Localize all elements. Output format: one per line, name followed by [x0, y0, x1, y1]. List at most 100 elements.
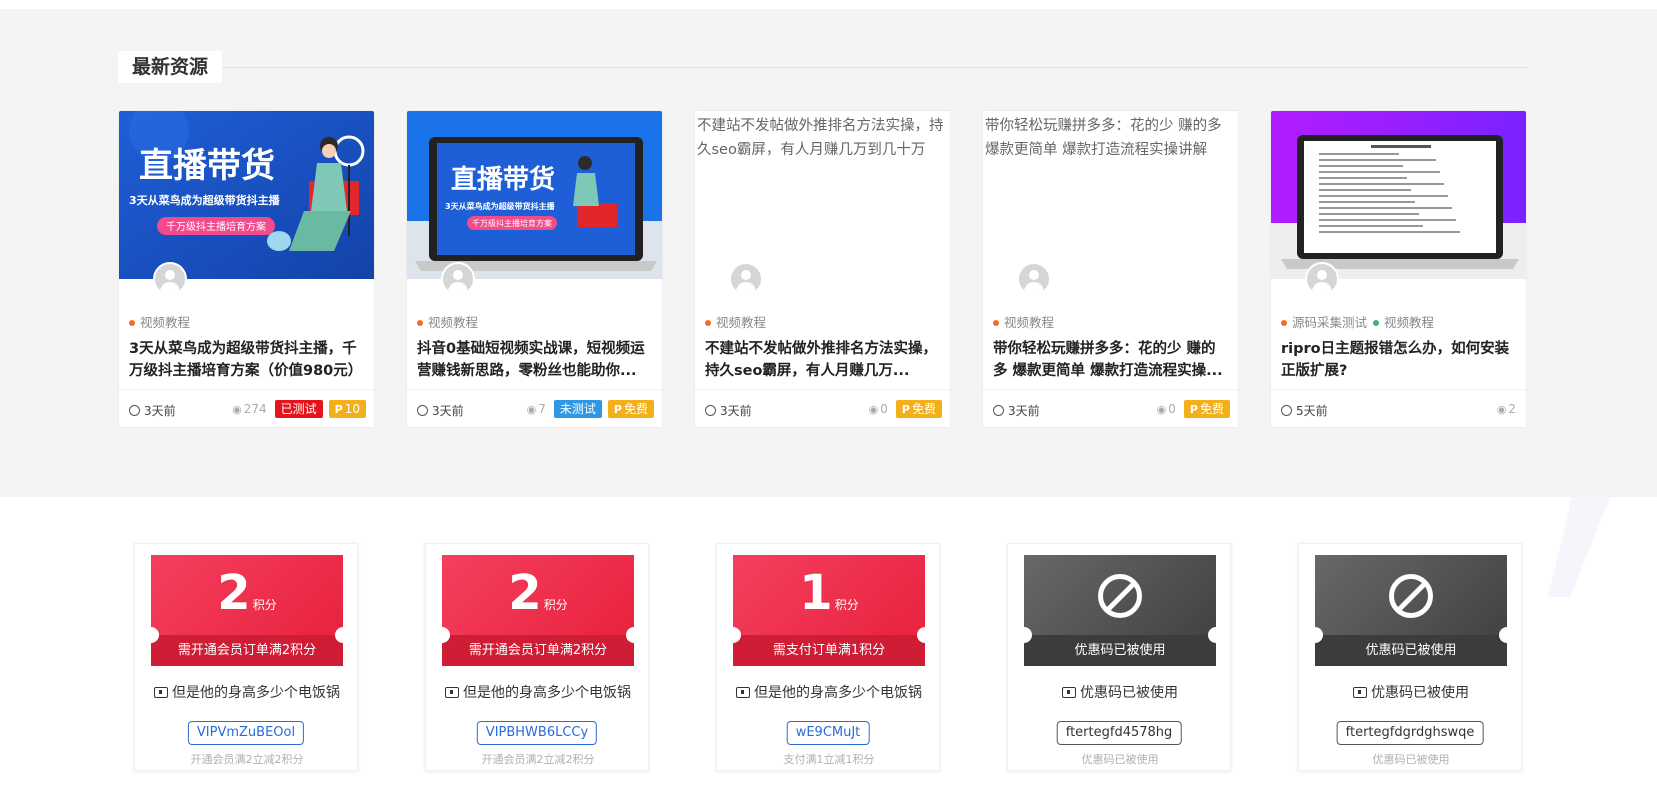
clock-icon	[993, 405, 1004, 416]
category-link[interactable]: 源码采集测试	[1281, 315, 1367, 330]
coupon-amount-unit: 积分	[252, 598, 277, 612]
resource-title-link[interactable]: 不建站不发帖做外推排名方法实操，持久seo霸屏，有人月赚几万...	[705, 338, 942, 382]
resource-card[interactable]: 带你轻松玩赚拼多多：花的少 赚的多 爆款更简单 爆款打造流程实操讲解视频教程带你…	[982, 110, 1239, 428]
resource-card-list: 直播带货 3天从菜鸟成为超级带货抖主播 千万级抖主播培育方案视频教程 3天从菜鸟成为超…	[118, 110, 1528, 428]
post-time: 5天前	[1281, 402, 1328, 419]
author-avatar[interactable]	[441, 262, 475, 296]
resource-card[interactable]: 不建站不发帖做外推排名方法实操，持久seo霸屏，有人月赚几万到几十万视频教程不建…	[694, 110, 951, 428]
avatar-placeholder-icon	[731, 264, 761, 294]
thumbnail[interactable]: 直播带货 3天从菜鸟成为超级带货抖主播 千万级抖主播培育方案	[119, 111, 375, 279]
ticket-face: 1 积分	[733, 555, 925, 635]
resource-card[interactable]: 直播带货 3天从菜鸟成为超级带货抖主播 千万级抖主播培育方案视频教程 3天从菜鸟成为超…	[118, 110, 375, 428]
category-link[interactable]: 视频教程	[129, 315, 190, 330]
coupon-code[interactable]: VIPVmZuBEOol	[187, 721, 305, 745]
category-link[interactable]: 视频教程	[417, 315, 478, 330]
resource-card[interactable]: 源码采集测试 视频教程 ripro日主题报错怎么办，如何安装正版扩展? 5天前 ◉ 2	[1270, 110, 1527, 428]
coupon-name-text: 但是他的身高多少个电饭锅	[172, 685, 340, 701]
view-count-text: 274	[243, 402, 267, 416]
category-list: 视频教程	[417, 312, 484, 331]
coupon-ticket: 2 积分 需开通会员订单满2积分	[151, 555, 343, 666]
section-title: 最新资源	[118, 51, 223, 83]
coupon-code[interactable]: VIPBHWB6LCCy	[476, 721, 598, 745]
coupon-name: 但是他的身高多少个电饭锅	[135, 682, 359, 702]
coupon-card[interactable]: 1 积分 需支付订单满1积分 但是他的身高多少个电饭锅 wE9CMuJt 支付满1立减1积…	[716, 543, 940, 771]
post-time-text: 3天前	[720, 404, 752, 418]
ticket-icon	[1353, 687, 1367, 698]
author-avatar[interactable]	[1305, 262, 1339, 296]
coupon-card[interactable]: 2 积分 需开通会员订单满2积分 但是他的身高多少个电饭锅 VIPBHWB6LCCy 开通…	[425, 543, 649, 771]
ban-icon	[1389, 574, 1433, 618]
coin-icon: P	[901, 403, 910, 416]
coupon-description: 开通会员满2立减2积分	[190, 753, 304, 766]
category-link[interactable]: 视频教程	[1373, 315, 1434, 330]
ticket-icon	[1062, 687, 1076, 698]
category-dot-icon	[417, 320, 423, 326]
latest-resources-section: 最新资源 直播带货 3天从菜鸟成为超级带货抖主播 千万级抖主播培育方案视频教程 3天从…	[0, 9, 1657, 497]
resource-title-link[interactable]: 抖音0基础短视频实战课，短视频运营赚钱新思路，零粉丝也能助你...	[417, 338, 654, 382]
badge-label: 免费	[911, 402, 936, 416]
coupon-code[interactable]: ftertegfdgrdghswqe	[1336, 721, 1484, 745]
category-link[interactable]: 视频教程	[705, 315, 766, 330]
category-link[interactable]: 视频教程	[993, 315, 1054, 330]
coupon-ticket: 优惠码已被使用	[1024, 555, 1216, 666]
coupon-name: 优惠码已被使用	[1008, 682, 1232, 702]
badge-label: 10	[344, 402, 360, 416]
ban-icon	[1098, 574, 1142, 618]
coupon-name-text: 优惠码已被使用	[1080, 685, 1178, 701]
badge-label: 已测试	[280, 402, 317, 416]
coupon-code[interactable]: ftertegfd4578hg	[1056, 721, 1182, 745]
card-footer: 3天前 ◉ 0 P 免费	[983, 389, 1238, 427]
category-name: 源码采集测试	[1292, 315, 1368, 330]
author-avatar[interactable]	[729, 262, 763, 296]
post-time: 3天前	[993, 402, 1040, 419]
status-badge: 未测试	[553, 400, 602, 418]
thumb-subtitle: 3天从菜鸟成为超级带货抖主播	[129, 193, 281, 207]
thumbnail[interactable]: 带你轻松玩赚拼多多：花的少 赚的多 爆款更简单 爆款打造流程实操讲解	[983, 111, 1238, 279]
view-count-text: 0	[880, 402, 888, 416]
author-avatar[interactable]	[153, 262, 187, 296]
coupon-card[interactable]: 2 积分 需开通会员订单满2积分但是他的身高多少个电饭锅 VIPVmZuBEOol 开通…	[134, 543, 358, 771]
card-meta: ◉ 7 未测试 P 免费	[527, 399, 654, 419]
thumb-subtitle: 3天从菜鸟成为超级带货抖主播	[445, 201, 556, 211]
category-dot-icon	[129, 320, 135, 326]
card-meta: ◉ 0 P 免费	[1157, 399, 1230, 419]
coupon-amount: 1 积分	[733, 565, 925, 621]
coupon-description: 支付满1立减1积分	[783, 753, 875, 766]
coupon-condition: 需支付订单满1积分	[733, 635, 925, 666]
thumbnail-image[interactable]: 直播带货 3天从菜鸟成为超级带货抖主播千万级抖主播培育方案	[407, 111, 663, 279]
coupon-description: 优惠码已被使用	[1081, 753, 1159, 766]
card-meta: ◉ 2	[1497, 399, 1518, 419]
post-time-text: 3天前	[432, 404, 464, 418]
thumbnail-alt-text: 不建站不发帖做外推排名方法实操，持久seo霸屏，有人月赚几万到几十万	[697, 118, 944, 158]
decorative-quote-mark	[1548, 497, 1610, 597]
thumbnail-image[interactable]: 直播带货 3天从菜鸟成为超级带货抖主播千万级抖主播培育方案	[119, 111, 375, 279]
thumbnail-image[interactable]	[1271, 111, 1527, 279]
clock-icon	[417, 405, 428, 416]
thumbnail[interactable]: 直播带货 3天从菜鸟成为超级带货抖主播 千万级抖主播培育方案	[407, 111, 663, 279]
resource-title-link[interactable]: 3天从菜鸟成为超级带货抖主播，千万级抖主播培育方案（价值980元）	[129, 338, 366, 382]
view-count: ◉ 274	[232, 402, 267, 416]
resource-title-link[interactable]: 带你轻松玩赚拼多多：花的少 赚的多 爆款更简单 爆款打造流程实操...	[993, 338, 1230, 382]
coupon-amount-value: 2	[217, 565, 251, 621]
thumbnail[interactable]	[1271, 111, 1527, 279]
category-name: 视频教程	[140, 315, 191, 330]
ticket-icon	[154, 687, 168, 698]
clock-icon	[705, 405, 716, 416]
eye-icon: ◉	[1156, 403, 1167, 416]
coupon-description: 开通会员满2立减2积分	[481, 753, 595, 766]
coupon-card[interactable]: 优惠码已被使用 优惠码已被使用 ftertegfd4578hg 优惠码已被使用	[1007, 543, 1231, 771]
coupon-list: 2 积分 需开通会员订单满2积分但是他的身高多少个电饭锅 VIPVmZuBEOol 开通…	[134, 543, 1522, 771]
post-time-text: 5天前	[1296, 404, 1328, 418]
resource-title-link[interactable]: ripro日主题报错怎么办，如何安装正版扩展?	[1281, 338, 1518, 382]
avatar-placeholder-icon	[1019, 264, 1049, 294]
coupon-amount-unit: 积分	[543, 598, 568, 612]
coupon-code[interactable]: wE9CMuJt	[786, 721, 870, 745]
category-list: 视频教程	[129, 312, 196, 331]
thumbnail[interactable]: 不建站不发帖做外推排名方法实操，持久seo霸屏，有人月赚几万到几十万	[695, 111, 950, 279]
author-avatar[interactable]	[1017, 262, 1051, 296]
ticket-face: 2 积分	[151, 555, 343, 635]
coupon-card[interactable]: 优惠码已被使用 优惠码已被使用 ftertegfdgrdghswqe 优惠码已被使用	[1298, 543, 1522, 771]
resource-card[interactable]: 直播带货 3天从菜鸟成为超级带货抖主播 千万级抖主播培育方案视频教程抖音0基础短视频…	[406, 110, 663, 428]
coupon-amount-value: 2	[508, 565, 542, 621]
coupon-name: 但是他的身高多少个电饭锅	[426, 682, 650, 702]
